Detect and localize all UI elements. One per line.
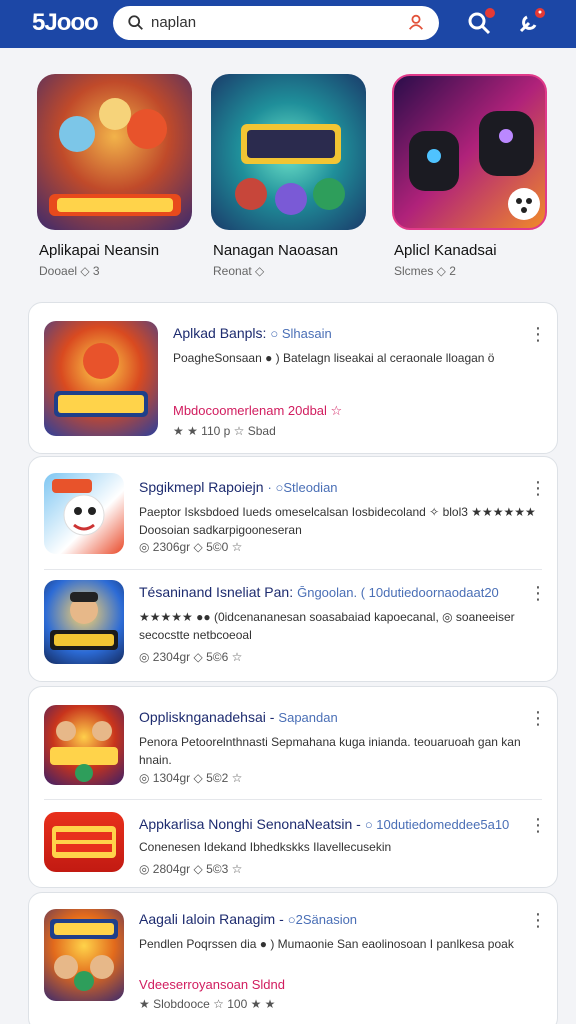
app-description: Penora Petoorelnthnasti Sepmahana kuga i… [139,735,521,767]
app-stats: ◎ 2304gr ◇ 5©6 ☆ [139,650,243,664]
app-thumbnail[interactable] [37,74,192,230]
app-card[interactable]: Aplkad Banpls: ○ Slhasain PoagheSonsaan ●… [28,302,558,454]
search-icon [128,15,143,30]
app-title-text: Tésaninand Isneliat Pan: [139,584,294,600]
app-description: Pendlen Poqrssen dia ● ) Mumaonie San ea… [139,937,514,951]
app-thumbnail[interactable] [211,74,366,230]
notification-badge: ● [535,8,545,18]
game-art-icon [50,721,118,782]
app-icon[interactable] [44,812,124,872]
app-card[interactable]: Spgikmepl Rapoiejn · ○Stleodian Paeptor I… [28,456,558,682]
notification-dot [485,8,495,18]
search-button[interactable] [465,8,495,37]
game-art-icon [52,479,105,536]
voice-user-icon[interactable] [407,13,425,31]
game-art-icon [50,592,118,650]
promo-text: Mbdocoomerlenam 20dbal ☆ [173,403,343,418]
app-card[interactable]: Aagali Ialoin Ranagim - ○2Sänasion Pendle… [28,892,558,1024]
top-app-bar: 5Jooo naplan ● [0,0,576,48]
app-description: Conenesen Idekand Ibhedkskks Ilavellecus… [139,840,392,854]
app-title[interactable]: Appkarlisa Nonghi SenonaNeatsin - ○ 10dut… [139,816,509,832]
more-options-icon[interactable]: ⋮ [529,584,547,602]
featured-title: Aplikapai Neansin [39,242,160,259]
more-options-icon[interactable]: ⋮ [529,816,547,834]
more-options-icon[interactable]: ⋮ [529,709,547,727]
game-art-icon [52,826,116,858]
app-list-item[interactable]: Spgikmepl Rapoiejn · ○Stleodian Paeptor I… [29,457,559,569]
featured-title: Aplicl Kanadsai [394,242,497,259]
more-options-icon[interactable]: ⋮ [529,911,547,929]
search-box[interactable]: naplan [113,6,439,40]
app-icon[interactable] [44,909,124,1001]
app-icon[interactable] [44,321,158,436]
app-icon[interactable] [44,580,124,664]
gamepad-icon [409,111,540,220]
app-thumbnail[interactable] [392,74,547,230]
more-options-icon[interactable]: ⋮ [529,479,547,497]
app-card[interactable]: Opplisknganadehsai - Sapandan Penora Peto… [28,686,558,888]
app-stats: ◎ 1304gr ◇ 5©2 ☆ [139,771,243,785]
app-icon[interactable] [44,473,124,554]
app-title-text: Spgikmepl Rapoiejn [139,479,264,495]
featured-app-1[interactable]: Aplikapai Neansin Dooael ◇ 3 [37,74,197,278]
game-art-icon [235,124,345,215]
app-list-item[interactable]: Appkarlisa Nonghi SenonaNeatsin - ○ 10dut… [29,800,559,888]
app-list-item[interactable]: Tésaninand Isneliat Pan: Ḡngoolan. ( 10d… [29,570,559,682]
featured-meta: Slcmes ◇ 2 [394,264,456,278]
more-options-icon[interactable]: ⋮ [529,325,547,343]
app-title[interactable]: Tésaninand Isneliat Pan: Ḡngoolan. ( 10d… [139,584,499,600]
app-subtitle: Sapandan [278,710,338,725]
app-stats: ★ Slobdooce ☆ 100 ★ ★ [139,997,276,1011]
app-description: ★★★★★ ●● (0idcenananesan soasabaiad kapo… [139,610,515,642]
app-title-text: Aplkad Banpls: [173,325,267,341]
app-title[interactable]: Spgikmepl Rapoiejn · ○Stleodian [139,479,338,495]
app-subtitle: Ḡngoolan. ( 10dutiedoornaodaat20 [297,585,499,600]
app-title-text: Appkarlisa Nonghi SenonaNeatsin - [139,816,361,832]
app-title[interactable]: Aagali Ialoin Ranagim - ○2Sänasion [139,911,357,927]
app-logo[interactable]: 5Jooo [32,9,99,37]
app-subtitle: ○ Slhasain [270,326,332,341]
app-icon[interactable] [44,705,124,785]
featured-meta: Reonat ◇ [213,264,265,278]
app-subtitle: ○2Sänasion [287,912,358,927]
app-title-text: Aagali Ialoin Ranagim - [139,911,284,927]
notifications-button[interactable]: ● [515,8,545,37]
app-stats: ◎ 2306gr ◇ 5©0 ☆ [139,540,243,554]
game-art-icon [49,98,181,216]
search-input[interactable]: naplan [151,14,196,31]
app-description: Paeptor Isksbdoed Iueds omeselcalsan Ios… [139,505,536,537]
promo-text: Vdeeserroyansoan Sldnd [139,977,285,992]
app-list-item[interactable]: Aagali Ialoin Ranagim - ○2Sänasion Pendle… [29,893,559,1023]
app-title[interactable]: Aplkad Banpls: ○ Slhasain [173,325,332,341]
game-art-icon [50,919,118,991]
app-title[interactable]: Opplisknganadehsai - Sapandan [139,709,338,725]
app-subtitle: ○ 10dutiedomeddee5a10 [364,817,510,832]
app-subtitle: · ○Stleodian [267,480,338,495]
featured-app-3[interactable]: Aplicl Kanadsai Slcmes ◇ 2 [392,74,552,278]
app-description: PoagheSonsaan ● ) Batelagn liseakai al c… [173,351,495,365]
app-stats: ★ ★ 110 p ☆ Sbad [173,424,276,438]
app-list-item[interactable]: Aplkad Banpls: ○ Slhasain PoagheSonsaan ●… [29,303,559,455]
game-art-icon [54,343,148,417]
featured-title: Nanagan Naoasan [213,242,339,259]
app-list-item[interactable]: Opplisknganadehsai - Sapandan Penora Peto… [29,687,559,799]
app-stats: ◎ 2804gr ◇ 5©3 ☆ [139,862,243,876]
featured-app-2[interactable]: Nanagan Naoasan Reonat ◇ [211,74,371,278]
featured-meta: Dooael ◇ 3 [39,264,100,278]
app-title-text: Opplisknganadehsai - [139,709,275,725]
